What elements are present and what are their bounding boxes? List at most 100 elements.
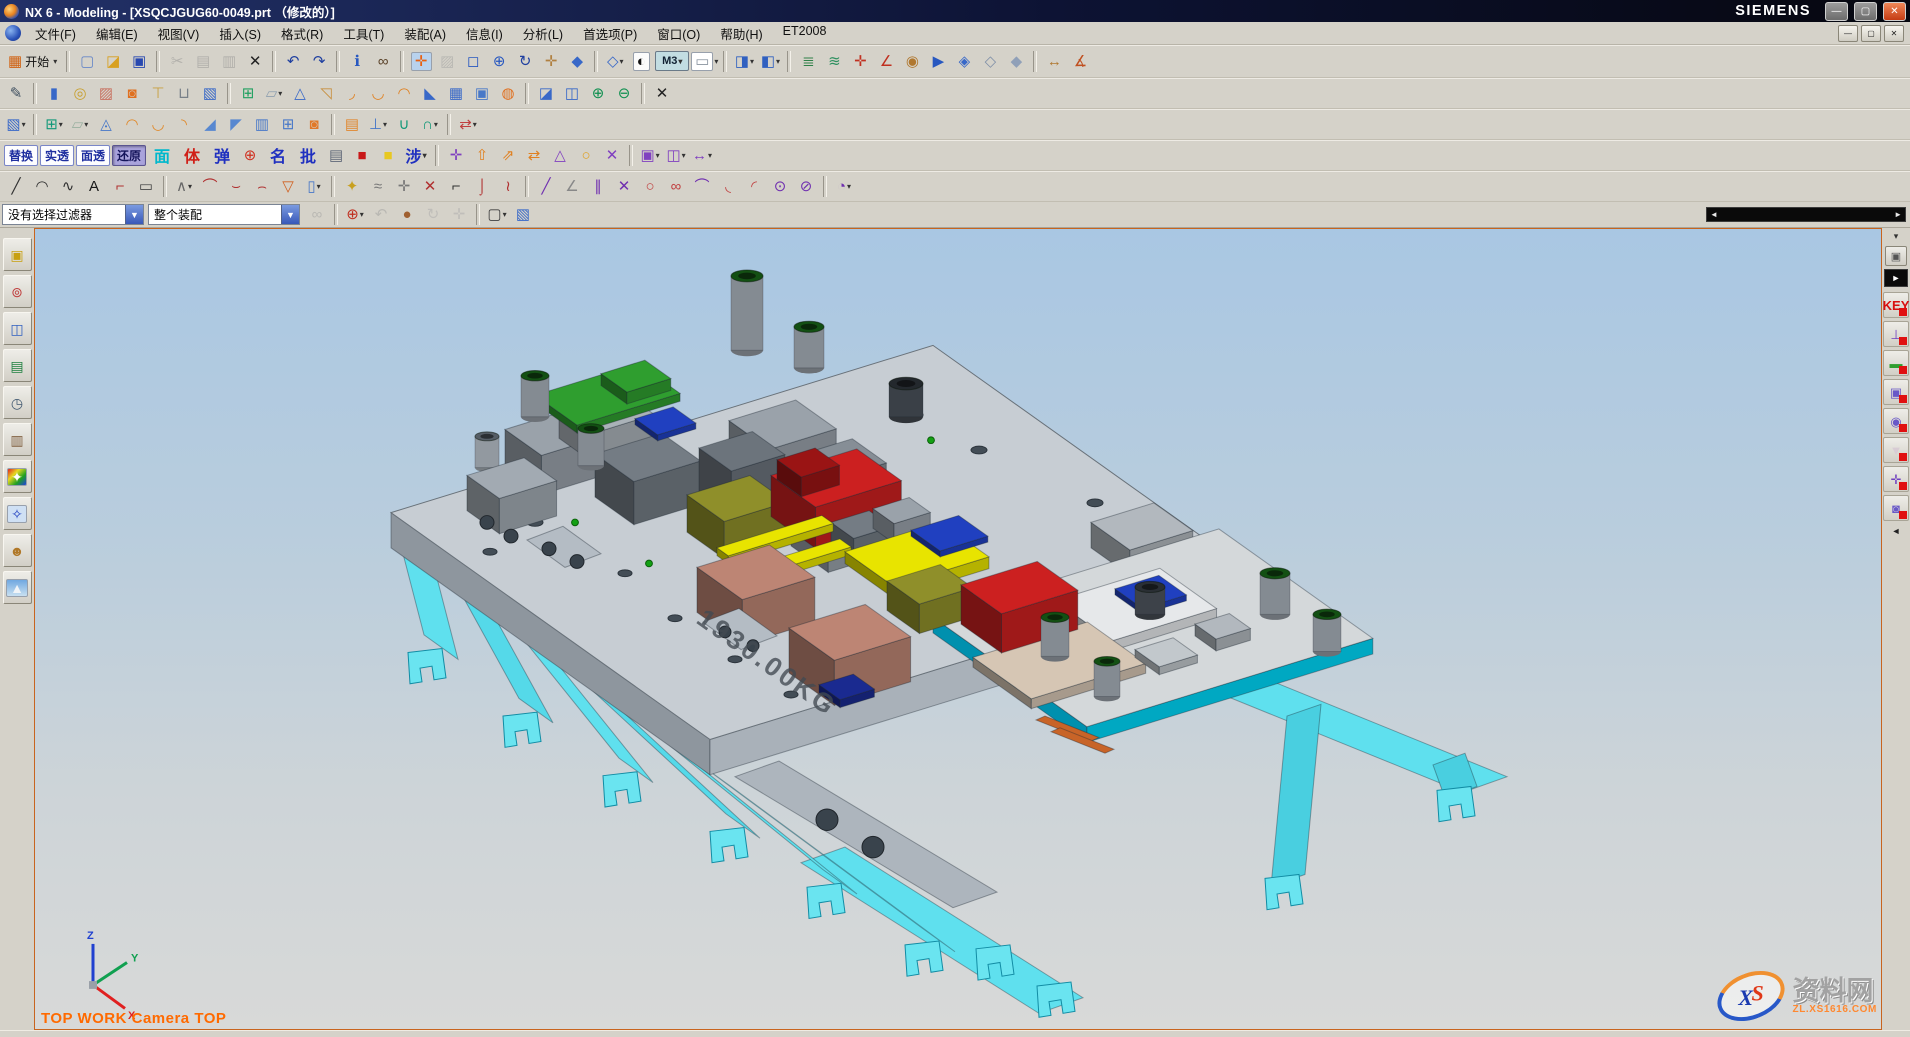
minimize-button[interactable]: — xyxy=(1825,2,1848,21)
dropdown-arrow-icon[interactable]: ▾ xyxy=(53,57,57,66)
background-select-button[interactable]: ▭▾ xyxy=(691,50,718,72)
yellow-cube-display-button[interactable]: ■ xyxy=(376,144,400,166)
dropdown-arrow-icon[interactable]: ▾ xyxy=(278,89,282,98)
datum-plane-button[interactable]: ⊞ xyxy=(236,82,260,104)
dropdown-arrow-icon[interactable]: ▾ xyxy=(776,57,780,66)
resize-cylinder-button[interactable]: ○ xyxy=(574,144,598,166)
zoom-box-button[interactable]: ◻ xyxy=(461,50,485,72)
clip-work-section-button[interactable]: ◧▾ xyxy=(758,50,782,72)
start-menu-button[interactable]: ▦开始▾ xyxy=(4,50,61,72)
save-button[interactable]: ▣ xyxy=(127,50,151,72)
pocket-button[interactable]: ⊔ xyxy=(172,82,196,104)
docked-toolbar-strip[interactable]: ◄ ► xyxy=(1706,207,1906,222)
assembly-constraints-button[interactable]: ◈ xyxy=(952,50,976,72)
select-components-button[interactable]: ◇ xyxy=(978,50,1002,72)
menu-item-tools[interactable]: 工具(T) xyxy=(333,22,394,45)
reuse-item-shaft[interactable]: ✛ xyxy=(1883,466,1909,492)
parallel-line-button[interactable]: ∥ xyxy=(586,175,610,197)
open-file-button[interactable]: ◪ xyxy=(101,50,125,72)
datum-plane-menu-button[interactable]: ▱▾ xyxy=(262,82,286,104)
menu-item-analysis[interactable]: 分析(L) xyxy=(513,22,573,45)
selection-scope-button[interactable]: ⊕▾ xyxy=(343,204,367,226)
rectangle-button[interactable]: ▭ xyxy=(134,175,158,197)
reuse-item-green-block[interactable]: ▬ xyxy=(1883,350,1909,376)
face-translucency-button[interactable]: 面透 xyxy=(76,145,110,166)
redo-button[interactable]: ↷ xyxy=(307,50,331,72)
dropdown-arrow-icon[interactable]: ▾ xyxy=(847,182,851,191)
dropdown-arrow-icon[interactable]: ▾ xyxy=(678,57,682,66)
offset-region-button[interactable]: ⇄ xyxy=(522,144,546,166)
shell-button[interactable]: ◹ xyxy=(314,82,338,104)
four-point-surface-button[interactable]: ◬ xyxy=(94,113,118,135)
boolean-menu-button[interactable]: ∩▾ xyxy=(418,113,442,135)
revolve-button[interactable]: ◎ xyxy=(68,82,92,104)
fillet-curve-2-button[interactable]: ◜ xyxy=(742,175,766,197)
project-curve-button[interactable]: ⌢ xyxy=(250,175,274,197)
menu-item-view[interactable]: 视图(V) xyxy=(148,22,210,45)
move-face-button[interactable]: ⇧ xyxy=(470,144,494,166)
solid-translucency-button[interactable]: 实透 xyxy=(40,145,74,166)
corner-2-button[interactable]: ⌐ xyxy=(444,175,468,197)
dropdown-arrow-icon[interactable]: ▾ xyxy=(503,210,507,219)
trim-curve-button[interactable]: ✕ xyxy=(418,175,442,197)
show-shaded-button[interactable]: ▧ xyxy=(511,204,535,226)
selection-filter-dropdown[interactable]: 没有选择过滤器 ▼ xyxy=(2,204,144,225)
dropdown-arrow-icon[interactable]: ▾ xyxy=(750,57,754,66)
menu-item-et2008[interactable]: ET2008 xyxy=(773,22,837,45)
marquee-select-button[interactable]: ▢▾ xyxy=(485,204,509,226)
menu-item-insert[interactable]: 插入(S) xyxy=(209,22,271,45)
section-surface-button[interactable]: ▽ xyxy=(276,175,300,197)
intersection-point-button[interactable]: ✛ xyxy=(392,175,416,197)
dock-scroll-right-icon[interactable]: ► xyxy=(1894,210,1902,219)
palette-collapse-button[interactable]: ◄ xyxy=(1892,526,1901,536)
move-object-button[interactable]: ✛ xyxy=(444,144,468,166)
fit-view-button[interactable]: ✛ xyxy=(409,50,433,72)
two-circle-button[interactable]: ∞ xyxy=(664,175,688,197)
hole-2-button[interactable]: ◙ xyxy=(302,113,326,135)
restore-button[interactable]: 还原 xyxy=(112,145,146,166)
new-file-button[interactable]: ▢ xyxy=(75,50,99,72)
menu-item-information[interactable]: 信息(I) xyxy=(456,22,513,45)
dropdown-arrow-icon[interactable]: ▾ xyxy=(22,120,26,129)
delete-annotation-button[interactable]: ✕ xyxy=(650,82,674,104)
clip-section-button[interactable]: ◨▾ xyxy=(732,50,756,72)
boss-button[interactable]: ⊤ xyxy=(146,82,170,104)
sheet-stack-button[interactable]: ≣ xyxy=(796,50,820,72)
paste-face-button[interactable]: ◫▾ xyxy=(664,144,688,166)
dropdown-arrow-icon[interactable]: ▾ xyxy=(360,210,364,219)
join-face-button[interactable]: ∪ xyxy=(392,113,416,135)
face-display-button[interactable]: 面 xyxy=(148,144,176,166)
ribbed-body-button[interactable]: ▥ xyxy=(250,113,274,135)
shaded-view-button[interactable]: ◇▾ xyxy=(603,50,627,72)
line-button[interactable]: ╱ xyxy=(4,175,28,197)
search-button[interactable]: ∞ xyxy=(371,50,395,72)
pan-view-button[interactable]: ✛ xyxy=(539,50,563,72)
mirror-feature-button[interactable]: ▣ xyxy=(470,82,494,104)
reuse-item-round-plate[interactable]: ◉ xyxy=(1883,408,1909,434)
cone-button[interactable]: △ xyxy=(288,82,312,104)
chevron-down-icon[interactable]: ▼ xyxy=(281,205,299,224)
variational-sweep-button[interactable]: ◡ xyxy=(146,113,170,135)
command-finder-button[interactable]: ℹ xyxy=(345,50,369,72)
batch-tool-button[interactable]: 批 xyxy=(294,144,322,166)
dropdown-arrow-icon[interactable]: ▾ xyxy=(656,151,660,160)
constraint-navigator-tab[interactable]: ⊚ xyxy=(3,275,32,308)
dropdown-arrow-icon[interactable]: ▾ xyxy=(317,182,321,191)
circle-radius-button[interactable]: ⊘ xyxy=(794,175,818,197)
resize-face-button[interactable]: ↔▾ xyxy=(690,144,714,166)
drafting-body-button[interactable]: ▨ xyxy=(94,82,118,104)
measure-angle-button[interactable]: ∡ xyxy=(1068,50,1092,72)
auto-dimension-button[interactable]: ⇄▾ xyxy=(456,113,480,135)
extrude-button[interactable]: ▮ xyxy=(42,82,66,104)
unite-button[interactable]: ⊕ xyxy=(586,82,610,104)
reuse-item-holed-block[interactable]: ▣ xyxy=(1883,379,1909,405)
spring-tool-button[interactable]: 弹 xyxy=(208,144,236,166)
red-cube-display-button[interactable]: ■ xyxy=(350,144,374,166)
name-display-button[interactable]: 名 xyxy=(264,144,292,166)
sketch-line-button[interactable]: ╱ xyxy=(534,175,558,197)
dropdown-arrow-icon[interactable]: ▾ xyxy=(619,57,623,66)
close-button[interactable]: ✕ xyxy=(1883,2,1906,21)
dropdown-arrow-icon[interactable]: ▾ xyxy=(708,151,712,160)
thread-button[interactable]: ◍ xyxy=(496,82,520,104)
chevron-down-icon[interactable]: ▼ xyxy=(125,205,143,224)
